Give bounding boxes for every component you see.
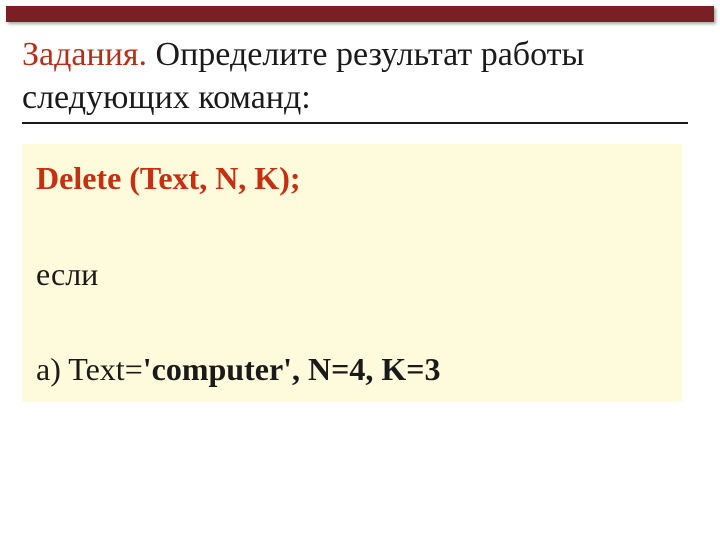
blank-line — [36, 299, 668, 345]
code-block: Delete (Text, N, K); если a) Text='compu… — [22, 144, 682, 402]
heading-underline — [22, 122, 688, 124]
code-line-bold: 'computer', N=4, K=3 — [143, 351, 441, 387]
heading-accent: Задания — [22, 36, 139, 73]
code-line-if: если — [36, 250, 668, 300]
slide: Задания. Определите результат работы сле… — [0, 0, 720, 540]
decorative-top-bar — [6, 6, 714, 22]
code-line-params: a) Text='computer', N=4, K=3 — [36, 345, 668, 395]
heading-dot: . — [139, 36, 148, 73]
blank-line — [36, 204, 668, 250]
code-line-prefix: a) Text= — [36, 351, 143, 387]
code-line-delete: Delete (Text, N, K); — [36, 154, 668, 204]
task-heading: Задания. Определите результат работы сле… — [22, 34, 680, 119]
